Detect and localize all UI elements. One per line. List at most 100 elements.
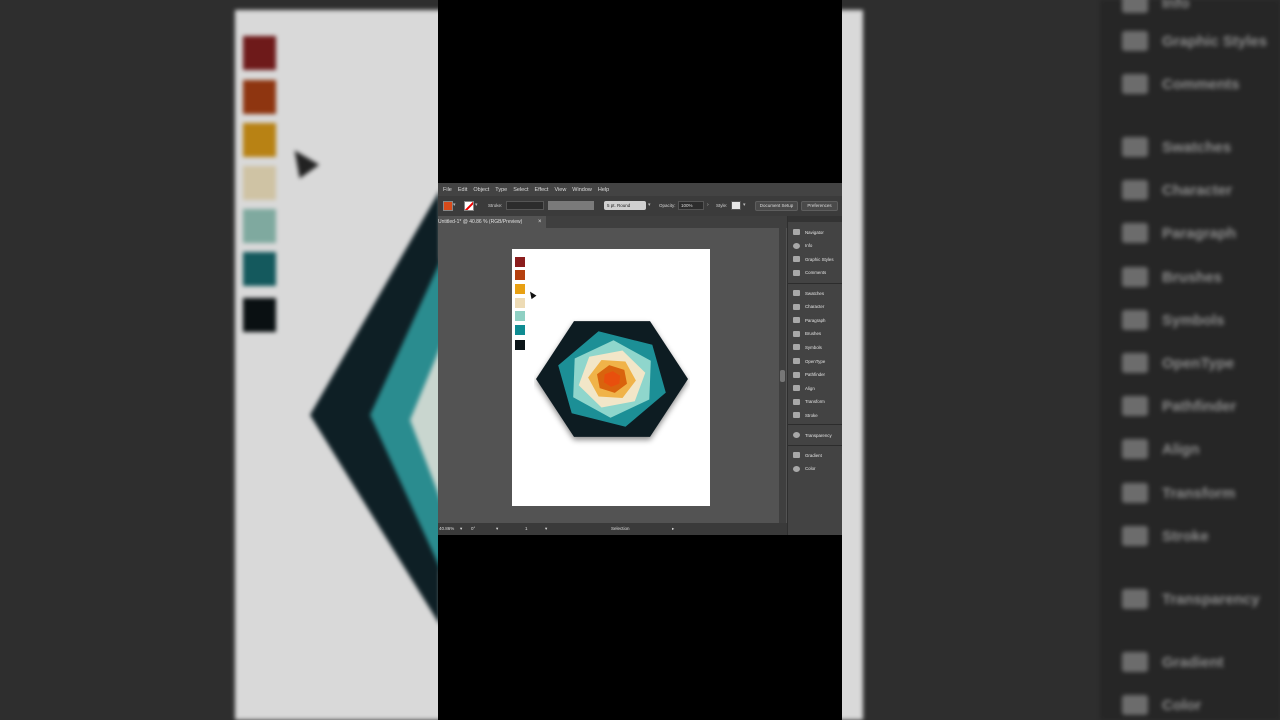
chevron-down-icon[interactable]: ▾ [496,526,498,532]
panel-item-label: Paragraph [805,317,826,323]
close-icon[interactable]: × [538,216,542,228]
preferences-button[interactable]: Preferences [801,201,838,211]
color-swatch[interactable] [515,284,525,294]
panel-item-opentype[interactable]: OpenType [793,356,825,366]
color-swatch[interactable] [515,257,525,267]
menu-item-view[interactable]: View [554,187,566,193]
panel-item-color[interactable]: Color [793,464,816,474]
chevron-down-icon[interactable]: ▾ [453,202,458,208]
menu-item-effect[interactable]: Effect [535,187,549,193]
panel-item-label: Align [805,385,815,391]
character-icon [793,303,800,310]
style-swatch[interactable] [731,201,741,210]
comments-icon [1122,74,1148,94]
chevron-down-icon[interactable]: ▾ [475,202,480,208]
color-swatch[interactable] [515,298,525,308]
panel-item-label: Graphic Styles [805,256,834,262]
color-swatch[interactable] [515,325,525,335]
background-panel-label: Symbols [1162,311,1225,329]
background-panel-item: Character [1122,175,1232,205]
panel-item-gradient[interactable]: Gradient [793,450,822,460]
panel-item-graphic-styles[interactable]: Graphic Styles [793,254,834,264]
stroke-weight-field[interactable] [506,201,544,210]
background-panel-item: Info [1122,0,1190,18]
vertical-scrollbar[interactable] [779,228,786,523]
panel-item-brushes[interactable]: Brushes [793,329,821,339]
color-swatch[interactable] [515,270,525,280]
brush-definition-dropdown[interactable]: 5 pt. Round [604,201,646,210]
scroll-thumb[interactable] [780,370,785,382]
chevron-right-icon[interactable]: › [707,202,712,208]
panel-item-label: Comments [805,270,827,276]
panel-item-paragraph[interactable]: Paragraph [793,315,826,325]
canvas[interactable] [438,228,779,523]
document-tab[interactable]: Untitled-1* @ 40.86 % (RGB/Preview) [438,216,546,228]
panel-item-pathfinder[interactable]: Pathfinder [793,370,825,380]
background-panel-label: Comments [1162,75,1240,93]
chevron-down-icon[interactable]: ▾ [743,202,748,208]
color-swatch[interactable] [515,311,525,321]
comments-icon [793,269,800,276]
background-panel-label: Align [1162,440,1200,458]
hexagon-artwork[interactable] [534,311,690,451]
panel-item-info[interactable]: Info [793,241,812,251]
panel-item-transparency[interactable]: Transparency [793,430,832,440]
panel-item-symbols[interactable]: Symbols [793,342,822,352]
stroke-icon [793,412,800,419]
artboard-number[interactable]: 1 [525,526,528,532]
panel-divider [788,445,842,446]
panel-item-transform[interactable]: Transform [793,397,825,407]
background-panel-label: OpenType [1162,354,1235,372]
panel-item-character[interactable]: Character [793,302,824,312]
panel-item-label: Info [805,243,813,249]
symbols-icon [1122,310,1148,330]
document-setup-button[interactable]: Document Setup [755,201,798,211]
panel-dock-header[interactable] [788,216,842,222]
panel-item-label: Color [805,466,816,472]
menu-item-object[interactable]: Object [473,187,489,193]
rotation-value[interactable]: 0° [471,526,475,532]
document-tab-title: Untitled-1* @ 40.86 % (RGB/Preview) [438,219,523,225]
menu-item-file[interactable]: File [443,187,452,193]
background-swatch [243,166,276,200]
panel-item-stroke[interactable]: Stroke [793,410,818,420]
panel-item-align[interactable]: Align [793,383,815,393]
background-panel-label: Color [1162,696,1202,714]
menu-item-select[interactable]: Select [513,187,528,193]
background-panel-item: Transform [1122,478,1235,508]
menu-item-help[interactable]: Help [598,187,609,193]
artboard[interactable] [512,249,710,506]
panel-item-label: Gradient [805,452,822,458]
color-swatch[interactable] [515,340,525,350]
opacity-field[interactable]: 100% [678,201,704,210]
chevron-down-icon[interactable]: ▾ [460,526,462,532]
panel-item-label: OpenType [805,358,826,364]
chevron-down-icon[interactable]: ▾ [545,526,547,532]
info-icon [1122,0,1148,13]
panel-item-swatches[interactable]: Swatches [793,288,824,298]
align-icon [1122,439,1148,459]
variable-width-field[interactable] [548,201,594,210]
panel-item-comments[interactable]: Comments [793,268,826,278]
panel-item-navigator[interactable]: Navigator [793,227,824,237]
gradient-icon [793,452,800,458]
pathfinder-icon [1122,396,1148,416]
zoom-level[interactable]: 40.86% [439,526,454,532]
background-panel-item: Brushes [1122,262,1222,292]
transparency-icon [1122,589,1148,609]
menu-item-type[interactable]: Type [495,187,507,193]
stroke-color-swatch[interactable] [464,201,474,211]
menu-item-edit[interactable]: Edit [458,187,467,193]
transparency-icon [793,432,800,438]
background-panel-item: Color [1122,690,1201,720]
chevron-down-icon[interactable]: ▾ [648,202,653,208]
status-bar: 40.86% ▾ 0° ▾ 1 ▾ Selection ▸ [438,523,787,535]
menu-item-window[interactable]: Window [572,187,592,193]
chevron-right-icon[interactable]: ▸ [672,526,674,532]
color-icon [793,465,800,472]
panel-item-label: Symbols [805,344,822,350]
collapsed-panel-dock: Navigator Info Graphic Styles Comments Swatc… [787,216,842,535]
fill-color-swatch[interactable] [443,201,453,211]
graphic-styles-icon [1122,31,1148,51]
symbols-icon [793,344,800,351]
